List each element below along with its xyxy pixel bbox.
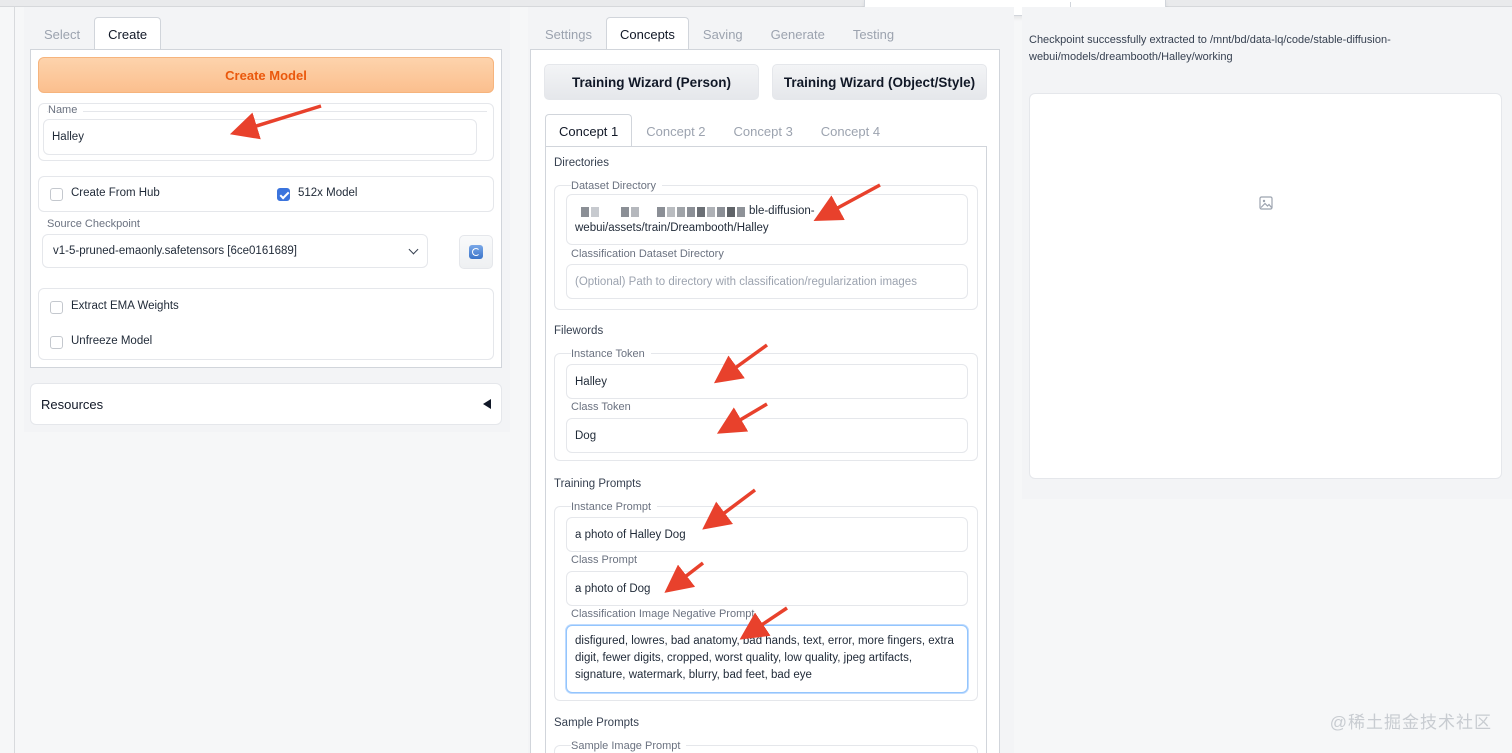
arrow-negative-prompt: [739, 606, 788, 640]
arrow-class-token: [716, 402, 768, 434]
arrow-instance-prompt: [702, 488, 757, 530]
watermark: @稀土掘金技术社区: [1329, 713, 1492, 732]
arrow-name: [229, 104, 322, 140]
annotation-arrows: [229, 104, 881, 640]
arrow-instance-token: [713, 343, 769, 384]
arrow-dataset: [813, 183, 881, 222]
arrow-class-prompt: [664, 561, 705, 593]
